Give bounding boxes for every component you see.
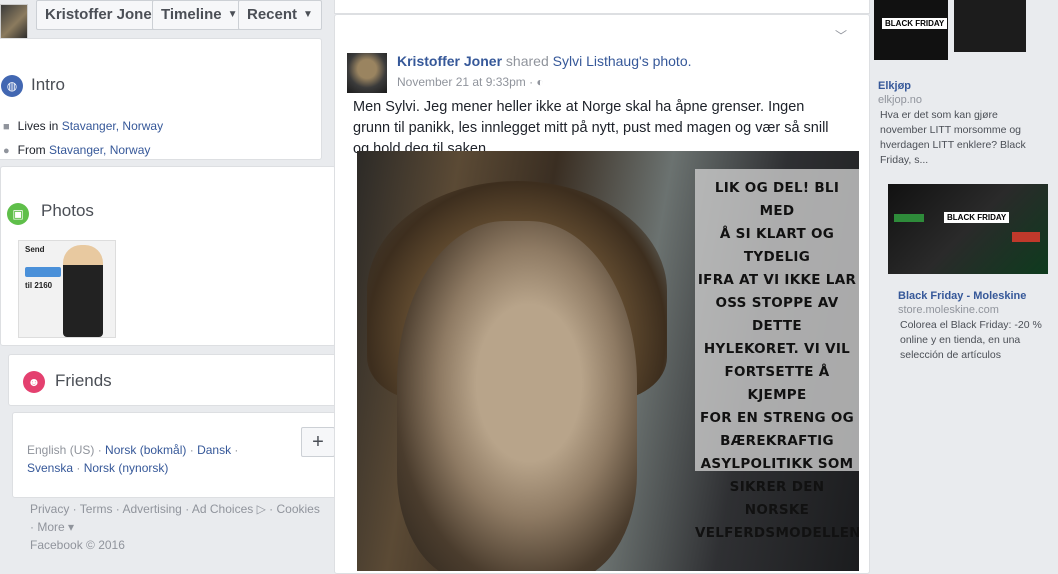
profile-avatar[interactable] bbox=[0, 4, 28, 40]
lives-place-link[interactable]: Stavanger, Norway bbox=[62, 119, 163, 133]
thumb-person bbox=[63, 245, 103, 337]
ad-decor-red bbox=[1012, 232, 1040, 242]
friends-title[interactable]: Friends bbox=[55, 371, 112, 391]
language-link-norsk-nynorsk[interactable]: Norsk (nynorsk) bbox=[84, 461, 169, 475]
timeline-button[interactable]: Timeline ▼ bbox=[152, 0, 247, 30]
shared-word: shared bbox=[505, 53, 549, 69]
overlay-line: LIK OG DEL! BLI MED bbox=[714, 180, 840, 219]
ad-decor-green bbox=[894, 214, 924, 222]
language-current: English (US) bbox=[27, 443, 95, 457]
photo-thumbnail[interactable]: Send til 2160 bbox=[18, 240, 116, 338]
timeline-label: Timeline bbox=[161, 6, 222, 23]
ad-image-label: BLACK FRIDAY bbox=[944, 212, 1010, 223]
language-link-norsk-bokmal[interactable]: Norsk (bokmål) bbox=[105, 443, 186, 457]
ad-domain-elkjop: elkjop.no bbox=[878, 94, 923, 106]
post-meta: November 21 at 9:33pm · ◐ bbox=[397, 75, 544, 89]
photo-icon: ▣ bbox=[7, 203, 29, 225]
ad-image-label: BLACK FRIDAY bbox=[882, 18, 948, 29]
overlay-line: FORTSETTE Å KJEMPE bbox=[724, 364, 830, 403]
language-link-svenska[interactable]: Svenska bbox=[27, 461, 73, 475]
post-author-link[interactable]: Kristoffer Joner bbox=[397, 53, 502, 69]
footer-link-privacy[interactable]: Privacy bbox=[30, 502, 69, 516]
overlay-line: ASYLPOLITIKK SOM bbox=[700, 456, 854, 472]
ad-choices-icon: ▷ bbox=[256, 502, 266, 516]
from-place-link[interactable]: Stavanger, Norway bbox=[49, 143, 150, 157]
globe-icon: ◍ bbox=[1, 75, 23, 97]
ad-image-moleskine[interactable]: BLACK FRIDAY bbox=[888, 184, 1048, 274]
ad-title-moleskine[interactable]: Black Friday - Moleskine bbox=[898, 290, 1026, 302]
friends-card: ☻ Friends bbox=[8, 354, 342, 406]
photos-title: Photos bbox=[41, 201, 94, 220]
ad-desc-elkjop: Hva er det som kan gjøre november LITT m… bbox=[880, 109, 1026, 166]
post-options-icon[interactable]: ﹀ bbox=[835, 27, 847, 44]
profile-name-button[interactable]: Kristoffer Joner bbox=[36, 0, 167, 30]
recent-button[interactable]: Recent ▼ bbox=[238, 0, 322, 30]
profile-nav: Kristoffer Joner Timeline ▼ Recent ▼ bbox=[0, 0, 330, 40]
overlay-line: BÆREKRAFTIG bbox=[720, 433, 834, 449]
overlay-line: VELFERDSMODELLEN! bbox=[695, 525, 859, 541]
thumb-text-1: Send bbox=[25, 245, 45, 254]
ad-title-elkjop[interactable]: Elkjøp bbox=[878, 80, 911, 92]
shared-object-link[interactable]: 's photo. bbox=[639, 53, 692, 69]
footer-link-more[interactable]: More bbox=[37, 520, 64, 534]
footer-link-cookies[interactable]: Cookies bbox=[277, 502, 320, 516]
thumb-text-2: til 2160 bbox=[25, 281, 53, 290]
language-list: English (US) · Norsk (bokmål) · Dansk · … bbox=[27, 443, 239, 475]
copyright: Facebook © 2016 bbox=[30, 538, 125, 552]
caret-down-icon: ▾ bbox=[68, 520, 75, 534]
footer-links: Privacy · Terms · Advertising · Ad Choic… bbox=[30, 502, 320, 552]
home-icon: ■ bbox=[3, 121, 10, 133]
privacy-globe-icon: ◐ bbox=[536, 75, 544, 89]
overlay-line: FOR EN STRENG OG bbox=[700, 410, 854, 426]
caret-down-icon: ▼ bbox=[227, 9, 238, 21]
thumb-badge bbox=[25, 267, 61, 277]
add-language-button[interactable]: + bbox=[301, 427, 335, 457]
location-pin-icon: ● bbox=[3, 145, 10, 157]
lives-prefix: Lives in bbox=[17, 119, 59, 133]
footer-link-ad-choices[interactable]: Ad Choices bbox=[192, 502, 253, 516]
from-row: ● From Stavanger, Norway bbox=[3, 143, 150, 157]
recent-label: Recent bbox=[247, 6, 298, 23]
ad-domain-moleskine: store.moleskine.com bbox=[898, 304, 999, 316]
previous-post-strip bbox=[334, 0, 870, 14]
languages-card: English (US) · Norsk (bokmål) · Dansk · … bbox=[12, 412, 348, 498]
ad-image-elkjop[interactable]: BLACK FRIDAY bbox=[874, 0, 948, 60]
overlay-line: SIKRER DEN NORSKE bbox=[729, 479, 825, 518]
ad-desc-moleskine: Colorea el Black Friday: -20 % online y … bbox=[900, 319, 1042, 361]
post-card: ﹀ Kristoffer Joner shared Sylvi Listhaug… bbox=[334, 14, 870, 574]
caret-down-icon: ▼ bbox=[303, 9, 313, 21]
intro-title: Intro bbox=[31, 75, 66, 94]
ad-image-elkjop-2[interactable] bbox=[954, 0, 1026, 52]
post-header: Kristoffer Joner shared Sylvi Listhaug's… bbox=[397, 53, 692, 69]
shared-from-link[interactable]: Sylvi Listhaug bbox=[553, 53, 639, 69]
language-link-dansk[interactable]: Dansk bbox=[197, 443, 231, 457]
overlay-line: OSS STOPPE AV DETTE bbox=[715, 295, 839, 334]
post-timestamp[interactable]: November 21 at 9:33pm bbox=[397, 75, 526, 89]
overlay-line: HYLEKORET. VI VIL bbox=[703, 341, 851, 357]
portrait-face bbox=[397, 221, 637, 571]
image-text-overlay: LIK OG DEL! BLI MED Å SI KLART OG TYDELI… bbox=[695, 169, 859, 541]
intro-card: ◍ Intro ■ Lives in Stavanger, Norway ● Fro… bbox=[0, 38, 322, 160]
lives-in-row: ■ Lives in Stavanger, Norway bbox=[3, 119, 163, 133]
post-author-avatar[interactable] bbox=[347, 53, 387, 93]
footer-link-advertising[interactable]: Advertising bbox=[122, 502, 181, 516]
friends-icon: ☻ bbox=[23, 371, 45, 393]
overlay-line: IFRA AT VI IKKE LAR bbox=[697, 272, 857, 288]
from-prefix: From bbox=[17, 143, 46, 157]
footer-link-terms[interactable]: Terms bbox=[80, 502, 113, 516]
overlay-line: Å SI KLART OG TYDELIG bbox=[719, 226, 835, 265]
post-image[interactable]: LIK OG DEL! BLI MED Å SI KLART OG TYDELI… bbox=[357, 151, 859, 571]
